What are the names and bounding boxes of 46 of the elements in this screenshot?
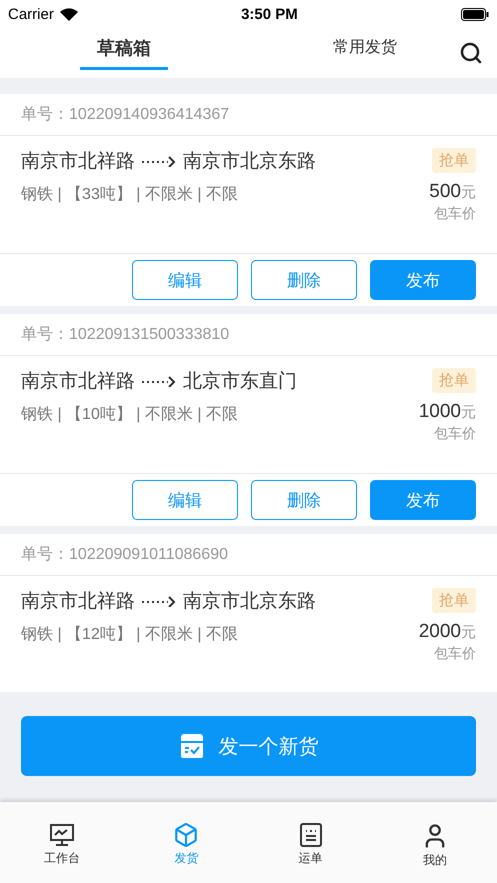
cargo-details: 钢铁 | 【33吨】 | 不限米 | 不限 (21, 184, 239, 205)
grab-order-tag: 抢单 (432, 148, 476, 173)
tab[interactable]: 常用发货 (310, 28, 420, 70)
dotted-arrow-icon (141, 155, 177, 167)
tab-bar-item[interactable]: 运单 (248, 822, 373, 883)
grab-order-tag: 抢单 (432, 588, 476, 613)
order-number: 单号：102209131500333810 (21, 325, 230, 345)
price-note: 包车价 (434, 645, 476, 663)
dotted-arrow-icon (141, 375, 177, 387)
price-text: 1000元 (418, 401, 476, 423)
action-button[interactable]: 编辑 (132, 480, 238, 520)
destination-text: 南京市北京东路 (183, 590, 316, 614)
battery-icon (460, 8, 489, 20)
publish-button[interactable]: 发布 (370, 480, 476, 520)
action-button[interactable]: 删除 (251, 480, 357, 520)
status-time: 3:50 PM (241, 6, 298, 22)
action-button[interactable]: 编辑 (132, 260, 238, 300)
tab-bar-item[interactable]: 工作台 (0, 822, 124, 883)
origin-text: 南京市北祥路 (21, 590, 135, 614)
tab-bar-item[interactable]: 发货 (124, 822, 248, 883)
dotted-arrow-icon (141, 595, 177, 607)
action-button[interactable]: 删除 (251, 260, 357, 300)
tab-bar-item[interactable]: 我的 (372, 822, 497, 883)
box-check-icon (178, 733, 204, 759)
order-number: 单号：102209091011086690 (21, 545, 228, 565)
origin-text: 南京市北祥路 (21, 370, 135, 394)
order-number: 单号：102209140936414367 (21, 105, 230, 125)
new-shipment-button[interactable]: 发一个新货 (21, 716, 476, 776)
price-note: 包车价 (434, 425, 476, 443)
box-icon (173, 822, 200, 848)
grab-order-tag: 抢单 (432, 368, 476, 393)
tab[interactable]: 草稿箱 (80, 28, 168, 70)
origin-text: 南京市北祥路 (21, 150, 135, 174)
carrier-label: Carrier (8, 6, 54, 22)
wifi-icon (60, 8, 78, 20)
cargo-details: 钢铁 | 【12吨】 | 不限米 | 不限 (21, 624, 239, 645)
price-note: 包车价 (434, 205, 476, 223)
destination-text: 南京市北京东路 (183, 150, 316, 174)
publish-button[interactable]: 发布 (370, 260, 476, 300)
monitor-chart-icon (49, 822, 76, 848)
document-icon (298, 822, 324, 848)
cargo-details: 钢铁 | 【10吨】 | 不限米 | 不限 (21, 404, 239, 425)
destination-text: 北京市东直门 (183, 370, 297, 394)
search-icon[interactable] (459, 41, 483, 65)
price-text: 500元 (429, 181, 476, 203)
price-text: 2000元 (418, 621, 476, 643)
